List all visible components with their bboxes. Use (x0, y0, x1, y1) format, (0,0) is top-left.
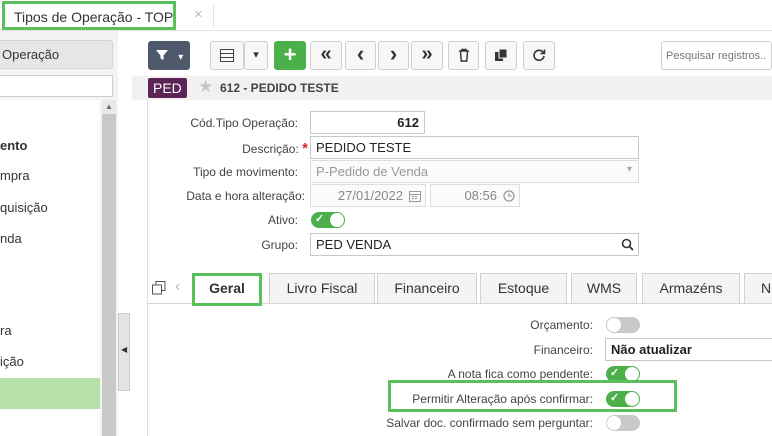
search-input[interactable] (662, 42, 771, 69)
sidebar-item[interactable]: ra (0, 323, 12, 338)
delete-button[interactable] (448, 41, 479, 70)
collapse-sidebar-button[interactable]: ◀ (118, 313, 130, 391)
tipo-movimento-value: P-Pedido de Venda (316, 164, 429, 179)
last-record-button[interactable]: » (411, 41, 443, 70)
cod-tipo-operacao-label: Cód.Tipo Operação: (190, 116, 298, 130)
sidebar: Operação ento mpra quisição nda ra ição … (0, 31, 118, 436)
cod-tipo-operacao-field[interactable]: 612 (310, 111, 425, 134)
sidebar-operacao-button[interactable]: Operação (0, 40, 113, 69)
grid-view-menu-button[interactable]: ▾ (244, 41, 268, 70)
tab-more[interactable]: N (744, 273, 772, 303)
sidebar-item[interactable]: ição (0, 354, 24, 369)
sidebar-item[interactable]: ento (0, 138, 27, 153)
chevron-left-icon: ‹ (356, 41, 365, 66)
tab-divider (213, 5, 214, 27)
grid-icon (220, 49, 234, 62)
scrollbar-thumb[interactable] (102, 114, 116, 436)
tab-wms[interactable]: WMS (571, 273, 637, 303)
chevron-down-icon: ▾ (178, 52, 184, 63)
record-header: PED ★ 612 - PEDIDO TESTE (132, 76, 772, 100)
tabs-scroll-left-icon[interactable]: ‹ (175, 278, 180, 296)
chevron-right-icon: › (389, 41, 398, 66)
tipo-movimento-select[interactable]: P-Pedido de Venda ▾ (310, 160, 639, 183)
sidebar-scrollbar[interactable]: ▲ (102, 100, 116, 436)
financeiro-label: Financeiro: (533, 343, 593, 357)
first-record-button[interactable]: « (310, 41, 342, 70)
nota-pendente-label: A nota fica como pendente: (447, 367, 593, 381)
sidebar-item[interactable]: quisição (0, 200, 48, 215)
data-alteracao-field[interactable]: 27/01/2022 (310, 184, 426, 207)
filter-icon (155, 50, 168, 60)
trash-icon (458, 48, 469, 62)
data-hora-label: Data e hora alteração: (186, 189, 305, 203)
ativo-toggle[interactable]: ✓ (311, 212, 345, 228)
permitir-alteracao-label: Permitir Alteração após confirmar: (412, 392, 593, 406)
descricao-label: Descrição: * (242, 140, 308, 157)
sidebar-item[interactable]: mpra (0, 168, 30, 183)
plus-icon: + (283, 42, 297, 67)
windows-icon[interactable] (152, 281, 166, 295)
record-type-badge: PED (148, 78, 187, 98)
sidebar-item[interactable]: nda (0, 231, 22, 246)
permitir-alteracao-toggle[interactable]: ✓ (606, 391, 640, 407)
grupo-label: Grupo: (261, 238, 298, 252)
sidebar-filter-input[interactable] (0, 75, 113, 97)
ativo-label: Ativo: (267, 213, 298, 227)
grid-view-button[interactable] (210, 41, 244, 70)
chevron-down-icon: ▾ (253, 49, 259, 61)
required-marker: * (302, 140, 308, 157)
grupo-field[interactable]: PED VENDA (310, 233, 639, 256)
tab-financeiro[interactable]: Financeiro (377, 273, 477, 303)
next-record-button[interactable]: › (378, 41, 409, 70)
record-title: 612 - PEDIDO TESTE (220, 81, 339, 95)
scroll-up-icon[interactable]: ▲ (105, 102, 113, 111)
tab-estoque[interactable]: Estoque (480, 273, 567, 303)
salvar-confirmado-toggle[interactable] (606, 415, 640, 431)
check-icon: ✓ (610, 367, 620, 379)
copy-icon (495, 48, 508, 61)
close-tab-icon[interactable]: × (194, 6, 203, 23)
refresh-icon (533, 49, 546, 62)
check-icon: ✓ (315, 213, 325, 225)
previous-record-button[interactable]: ‹ (345, 41, 376, 70)
tab-livro-fiscal[interactable]: Livro Fiscal (269, 273, 375, 303)
double-chevron-left-icon: « (320, 43, 332, 65)
orcamento-label: Orçamento: (530, 318, 593, 332)
add-button[interactable]: + (274, 41, 306, 70)
calendar-icon[interactable] (409, 190, 421, 202)
salvar-confirmado-label: Salvar doc. confirmado sem perguntar: (386, 416, 593, 430)
tab-geral[interactable]: Geral (192, 273, 262, 306)
orcamento-toggle[interactable] (606, 317, 640, 333)
toolbar: ▾ ▾ + « ‹ › » (132, 31, 772, 76)
search-icon[interactable] (621, 238, 634, 251)
favorite-star-icon[interactable]: ★ (198, 77, 213, 97)
hora-alteracao-field[interactable]: 08:56 (430, 184, 520, 207)
sidebar-list: ento mpra quisição nda ra ição (0, 100, 100, 436)
tab-armazens[interactable]: Armazéns (642, 273, 740, 303)
duplicate-button[interactable] (485, 41, 517, 70)
document-tab-bar: Tipos de Operação - TOP × (0, 0, 772, 31)
sidebar-selected-row[interactable] (0, 378, 100, 409)
tab-tipos-de-operacao[interactable]: Tipos de Operação - TOP (2, 1, 176, 30)
tipo-movimento-label: Tipo de movimento: (193, 165, 298, 179)
form-tabs: ‹ Geral Livro Fiscal Financeiro Estoque … (147, 270, 772, 306)
grupo-value: PED VENDA (316, 237, 392, 252)
filter-button[interactable]: ▾ (148, 41, 190, 70)
check-icon: ✓ (610, 392, 620, 404)
double-chevron-right-icon: » (421, 43, 433, 65)
dropdown-caret-icon: ▾ (626, 164, 632, 175)
data-alteracao-value: 27/01/2022 (337, 188, 403, 203)
refresh-button[interactable] (523, 41, 555, 70)
descricao-field[interactable]: PEDIDO TESTE (310, 136, 639, 159)
financeiro-select[interactable]: Não atualizar (605, 338, 772, 361)
descricao-label-text: Descrição: (242, 142, 299, 156)
collapse-left-icon: ◀ (121, 345, 128, 354)
hora-alteracao-value: 08:56 (464, 188, 497, 203)
search-records[interactable] (661, 41, 772, 70)
clock-icon[interactable] (503, 190, 515, 202)
